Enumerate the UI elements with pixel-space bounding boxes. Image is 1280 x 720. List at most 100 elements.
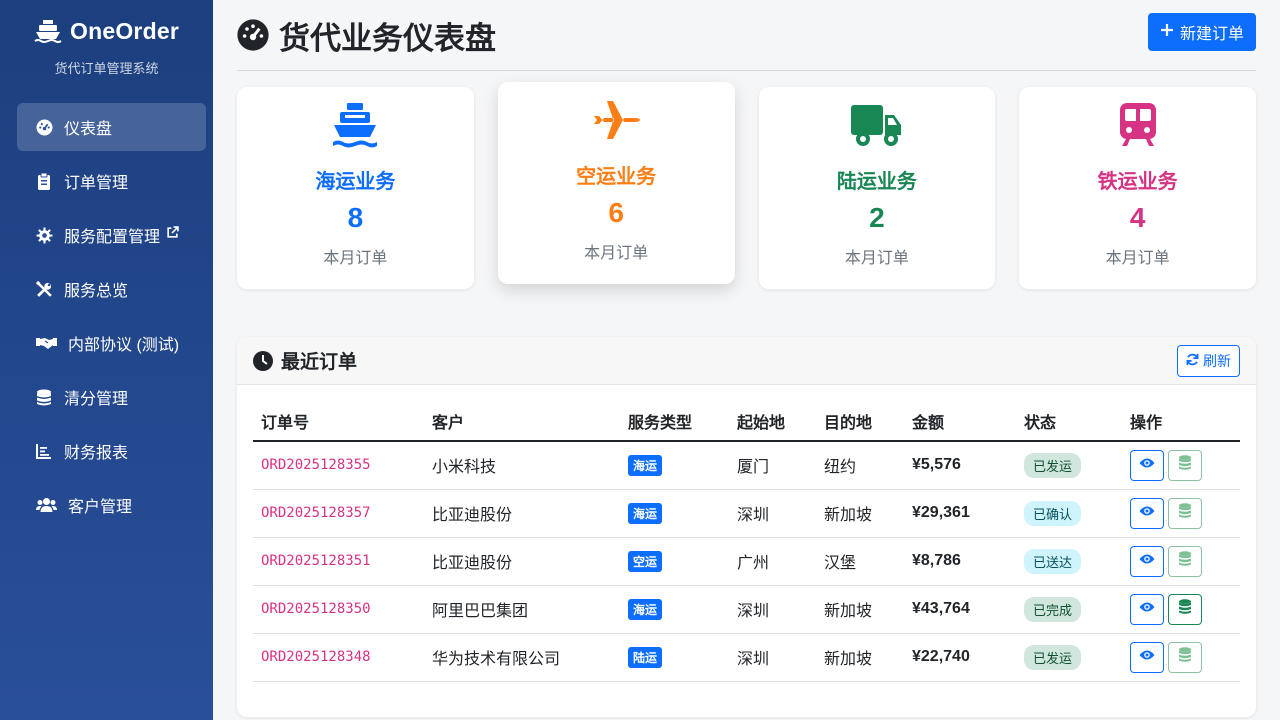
recent-orders-panel: 最近订单 刷新 订单号 客户 服务类型 起始地 目的地 金额 状态 操作 ORD… bbox=[237, 337, 1256, 717]
view-button[interactable] bbox=[1130, 545, 1164, 577]
customer-name: 阿里巴巴集团 bbox=[424, 585, 620, 634]
status-cell: 已确认 bbox=[1016, 489, 1122, 538]
service-cell: 陆运 bbox=[620, 633, 729, 682]
sidebar-item-finance-report[interactable]: 财务报表 bbox=[17, 427, 206, 475]
eye-icon bbox=[1139, 552, 1155, 570]
status-badge: 已确认 bbox=[1024, 500, 1082, 526]
plus-icon bbox=[1160, 23, 1174, 42]
clearing-button[interactable] bbox=[1168, 545, 1202, 577]
clearing-button[interactable] bbox=[1168, 641, 1202, 673]
ship-icon bbox=[332, 101, 378, 149]
order-number-link[interactable]: ORD2025128350 bbox=[253, 585, 424, 634]
destination: 汉堡 bbox=[816, 537, 904, 586]
clearing-button[interactable] bbox=[1168, 593, 1202, 625]
status-cell: 已完成 bbox=[1016, 585, 1122, 634]
view-button[interactable] bbox=[1130, 641, 1164, 673]
card-count: 6 bbox=[608, 197, 624, 228]
col-status: 状态 bbox=[1016, 401, 1122, 442]
sidebar-item-dashboard[interactable]: 仪表盘 bbox=[17, 103, 206, 151]
row-actions bbox=[1130, 641, 1240, 673]
card-rail[interactable]: 铁运业务 4 本月订单 bbox=[1019, 87, 1256, 289]
order-number-link[interactable]: ORD2025128348 bbox=[253, 633, 424, 682]
card-land[interactable]: 陆运业务 2 本月订单 bbox=[758, 87, 996, 289]
origin: 深圳 bbox=[729, 585, 816, 634]
sidebar-item-clearing[interactable]: 清分管理 bbox=[17, 373, 206, 421]
view-button[interactable] bbox=[1130, 593, 1164, 625]
destination: 新加坡 bbox=[816, 489, 904, 538]
destination: 纽约 bbox=[816, 441, 904, 490]
order-number-link[interactable]: ORD2025128357 bbox=[253, 489, 424, 538]
new-order-button[interactable]: 新建订单 bbox=[1147, 13, 1256, 51]
main-content: 货代业务仪表盘 新建订单 海运业务 8 本月订单 空运业务 6 本月订单 陆运业… bbox=[237, 0, 1256, 717]
plane-icon bbox=[592, 96, 641, 144]
clearing-button[interactable] bbox=[1168, 497, 1202, 529]
sidebar-item-internal-agreement[interactable]: 内部协议 (测试) bbox=[17, 319, 206, 367]
card-count: 8 bbox=[347, 202, 364, 233]
summary-cards: 海运业务 8 本月订单 空运业务 6 本月订单 陆运业务 2 本月订单 铁运业务 bbox=[237, 82, 1256, 289]
sidebar-item-label: 财务报表 bbox=[64, 445, 129, 462]
coins-icon bbox=[1178, 646, 1192, 668]
handshake-icon bbox=[35, 334, 57, 352]
page-title-text: 货代业务仪表盘 bbox=[279, 20, 496, 56]
brand[interactable]: OneOrder bbox=[0, 0, 213, 46]
actions-cell bbox=[1122, 633, 1240, 682]
card-subtitle: 本月订单 bbox=[584, 245, 649, 262]
sidebar-item-orders[interactable]: 订单管理 bbox=[17, 157, 206, 205]
col-service: 服务类型 bbox=[620, 401, 729, 442]
sidebar-item-label: 仪表盘 bbox=[64, 121, 113, 138]
refresh-button[interactable]: 刷新 bbox=[1177, 344, 1240, 377]
sidebar: OneOrder 货代订单管理系统 仪表盘 订单管理 服务配置管理 服务总览 内… bbox=[0, 0, 213, 720]
clearing-button[interactable] bbox=[1168, 449, 1202, 481]
card-air[interactable]: 空运业务 6 本月订单 bbox=[497, 82, 735, 284]
service-cell: 海运 bbox=[620, 441, 729, 490]
brand-name: OneOrder bbox=[70, 17, 179, 44]
refresh-icon bbox=[1186, 353, 1199, 369]
clock-icon bbox=[253, 350, 273, 371]
order-number-link[interactable]: ORD2025128351 bbox=[253, 537, 424, 586]
ship-logo-icon bbox=[34, 20, 62, 43]
clipboard-icon bbox=[35, 172, 53, 190]
page-header: 货代业务仪表盘 新建订单 bbox=[237, 0, 1256, 71]
sidebar-item-service-overview[interactable]: 服务总览 bbox=[17, 265, 206, 313]
card-title: 铁运业务 bbox=[1097, 171, 1178, 193]
service-cell: 海运 bbox=[620, 585, 729, 634]
col-actions: 操作 bbox=[1122, 401, 1240, 442]
tools-icon bbox=[35, 280, 53, 298]
customer-name: 比亚迪股份 bbox=[424, 489, 620, 538]
recent-orders-title: 最近订单 bbox=[253, 347, 357, 374]
col-customer: 客户 bbox=[424, 401, 620, 442]
new-order-label: 新建订单 bbox=[1179, 26, 1244, 43]
amount: ¥8,786 bbox=[904, 537, 1016, 586]
card-title: 空运业务 bbox=[576, 166, 657, 188]
sidebar-item-label: 内部协议 (测试) bbox=[68, 337, 180, 354]
recent-orders-title-text: 最近订单 bbox=[281, 352, 358, 373]
coins-icon bbox=[1178, 550, 1192, 572]
chart-icon bbox=[35, 442, 53, 460]
coins-icon bbox=[1178, 502, 1192, 524]
dashboard-icon bbox=[35, 118, 53, 136]
sidebar-nav: 仪表盘 订单管理 服务配置管理 服务总览 内部协议 (测试) 清分管理 财务报表… bbox=[0, 103, 213, 529]
order-number-link[interactable]: ORD2025128355 bbox=[253, 441, 424, 490]
sidebar-item-customers[interactable]: 客户管理 bbox=[17, 481, 206, 529]
sidebar-item-service-config[interactable]: 服务配置管理 bbox=[17, 211, 206, 259]
table-row: ORD2025128348 华为技术有限公司 陆运 深圳 新加坡 ¥22,740 已发运 bbox=[253, 633, 1240, 682]
status-cell: 已发运 bbox=[1016, 441, 1122, 490]
status-badge: 已送达 bbox=[1024, 548, 1082, 574]
amount: ¥29,361 bbox=[904, 489, 1016, 538]
customer-name: 华为技术有限公司 bbox=[424, 633, 620, 682]
card-sea[interactable]: 海运业务 8 本月订单 bbox=[237, 87, 474, 289]
view-button[interactable] bbox=[1130, 449, 1164, 481]
orders-table: 订单号 客户 服务类型 起始地 目的地 金额 状态 操作 ORD20251283… bbox=[253, 401, 1240, 682]
col-to: 目的地 bbox=[816, 401, 904, 442]
row-actions bbox=[1130, 449, 1240, 481]
brand-subtitle: 货代订单管理系统 bbox=[54, 61, 159, 76]
sidebar-item-label: 服务配置管理 bbox=[64, 229, 161, 246]
col-amount: 金额 bbox=[904, 401, 1016, 442]
card-subtitle: 本月订单 bbox=[844, 250, 909, 267]
table-row: ORD2025128350 阿里巴巴集团 海运 深圳 新加坡 ¥43,764 已完成 bbox=[253, 585, 1240, 634]
col-from: 起始地 bbox=[729, 401, 816, 442]
eye-icon bbox=[1139, 648, 1155, 666]
sidebar-item-label: 清分管理 bbox=[64, 391, 129, 408]
card-subtitle: 本月订单 bbox=[1105, 250, 1170, 267]
view-button[interactable] bbox=[1130, 497, 1164, 529]
